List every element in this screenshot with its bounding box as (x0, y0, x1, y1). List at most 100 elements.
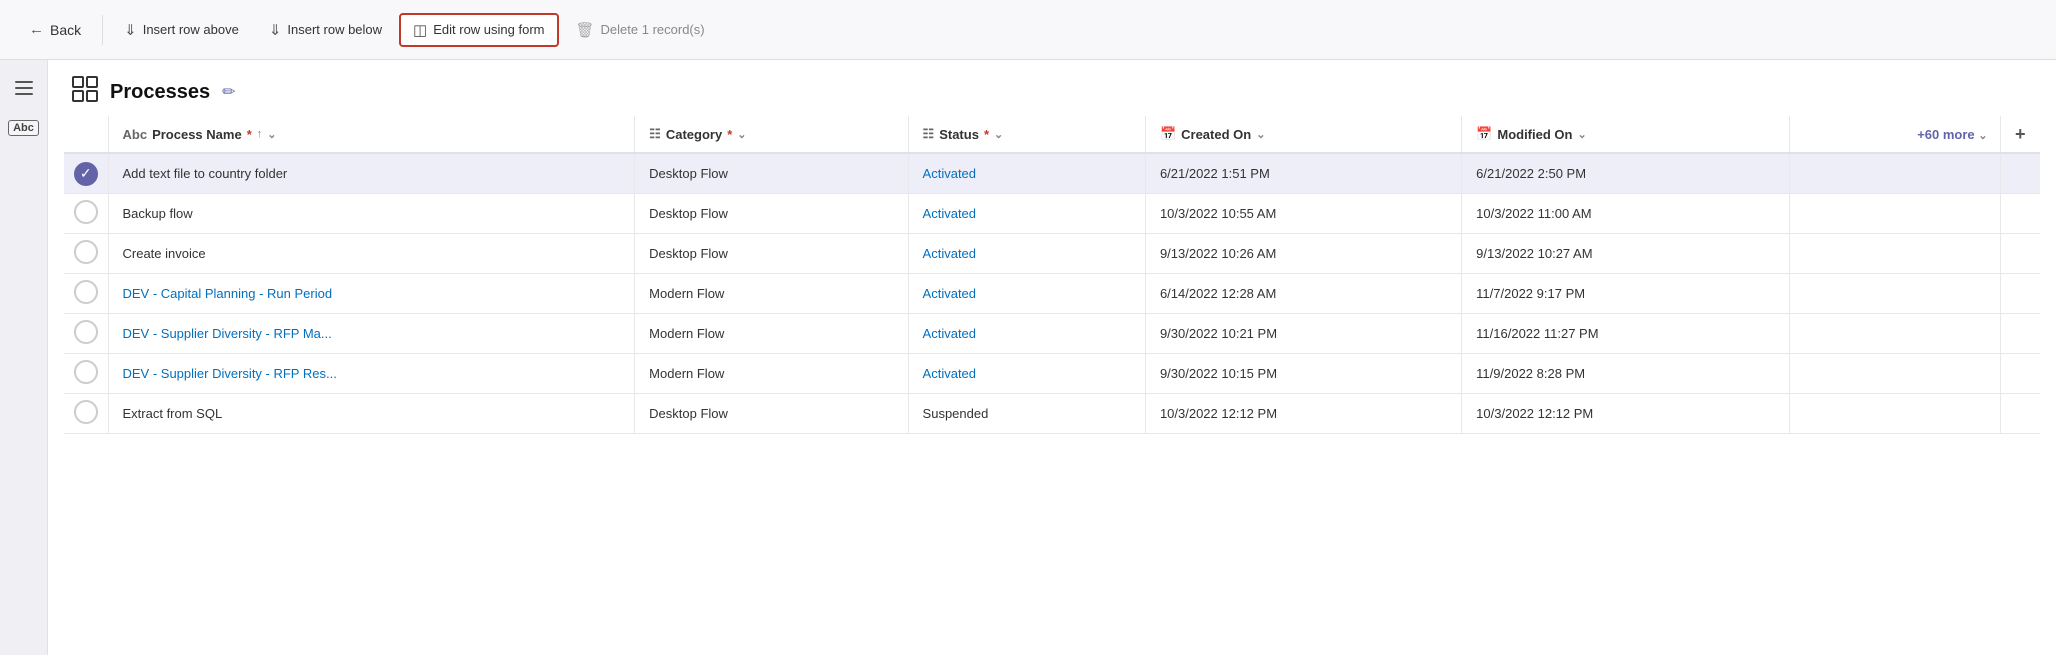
col-label-process-name: Process Name (152, 127, 242, 142)
row-add-cell (2000, 354, 2040, 394)
category-chevron: ⌄ (737, 128, 746, 141)
table-row: ✓ Add text file to country folderDesktop … (64, 153, 2040, 194)
insert-row-above-button[interactable]: ⇓ Insert row above (111, 14, 252, 46)
row-process-name[interactable]: Extract from SQL (108, 394, 635, 434)
back-button[interactable]: ← Back (16, 14, 94, 45)
table-row: DEV - Supplier Diversity - RFP Ma...Mode… (64, 314, 2040, 354)
row-modified-on: 11/7/2022 9:17 PM (1462, 274, 1790, 314)
process-name-sort-asc: ↑ (257, 128, 263, 140)
row-category: Desktop Flow (635, 394, 908, 434)
status-value: Activated (923, 206, 976, 221)
row-created-on: 9/30/2022 10:15 PM (1145, 354, 1461, 394)
table-row: DEV - Capital Planning - Run PeriodModer… (64, 274, 2040, 314)
row-more-cell (1789, 394, 2000, 434)
col-header-created-on[interactable]: 📅 Created On ⌄ (1145, 116, 1461, 153)
insert-below-icon: ⇓ (269, 21, 282, 39)
process-name-required: * (247, 127, 252, 142)
col-header-process-name[interactable]: Abc Process Name * ↑ ⌄ (108, 116, 635, 153)
status-value: Activated (923, 246, 976, 261)
row-checkbox-unchecked[interactable] (74, 360, 98, 384)
row-status: Activated (908, 234, 1145, 274)
row-checkbox-checked[interactable]: ✓ (74, 162, 98, 186)
row-created-on: 10/3/2022 10:55 AM (1145, 194, 1461, 234)
row-created-on: 9/30/2022 10:21 PM (1145, 314, 1461, 354)
delete-record-button[interactable]: 🗑 Delete 1 record(s) (563, 14, 718, 46)
process-name-col-icon: Abc (123, 127, 148, 142)
row-check-cell[interactable] (64, 394, 108, 434)
row-process-name[interactable]: Create invoice (108, 234, 635, 274)
process-name-link[interactable]: DEV - Capital Planning - Run Period (123, 286, 333, 301)
row-more-cell (1789, 194, 2000, 234)
row-checkbox-unchecked[interactable] (74, 240, 98, 264)
row-process-name[interactable]: DEV - Capital Planning - Run Period (108, 274, 635, 314)
back-label: Back (50, 22, 81, 38)
status-value: Activated (923, 286, 976, 301)
row-category: Desktop Flow (635, 153, 908, 194)
processes-table: Abc Process Name * ↑ ⌄ ☷ Category (64, 116, 2040, 434)
row-add-cell (2000, 394, 2040, 434)
edit-title-icon[interactable]: ✏ (222, 82, 235, 102)
row-checkbox-unchecked[interactable] (74, 320, 98, 344)
process-name-sort-chevron: ⌄ (267, 128, 276, 141)
table-row: DEV - Supplier Diversity - RFP Res...Mod… (64, 354, 2040, 394)
col-header-status[interactable]: ☷ Status * ⌄ (908, 116, 1145, 153)
table-row: Create invoiceDesktop FlowActivated9/13/… (64, 234, 2040, 274)
row-created-on: 10/3/2022 12:12 PM (1145, 394, 1461, 434)
main-container: Abc Processes ✏ (0, 60, 2056, 655)
insert-above-label: Insert row above (143, 22, 239, 37)
row-created-on: 6/21/2022 1:51 PM (1145, 153, 1461, 194)
row-created-on: 6/14/2022 12:28 AM (1145, 274, 1461, 314)
row-status: Activated (908, 274, 1145, 314)
edit-row-form-button[interactable]: ◫ Edit row using form (399, 13, 558, 47)
process-name-link[interactable]: DEV - Supplier Diversity - RFP Res... (123, 366, 337, 381)
table-header-row: Abc Process Name * ↑ ⌄ ☷ Category (64, 116, 2040, 153)
col-label-created-on: Created On (1181, 127, 1251, 142)
abc-tag: Abc (8, 120, 39, 136)
row-process-name[interactable]: DEV - Supplier Diversity - RFP Res... (108, 354, 635, 394)
row-check-cell[interactable] (64, 234, 108, 274)
row-status: Activated (908, 314, 1145, 354)
modified-on-chevron: ⌄ (1577, 128, 1586, 141)
row-category: Desktop Flow (635, 194, 908, 234)
row-check-cell[interactable] (64, 194, 108, 234)
delete-label: Delete 1 record(s) (601, 22, 705, 37)
row-modified-on: 10/3/2022 11:00 AM (1462, 194, 1790, 234)
toolbar: ← Back ⇓ Insert row above ⇓ Insert row b… (0, 0, 2056, 60)
edit-form-label: Edit row using form (433, 22, 544, 37)
status-col-icon: ☷ (923, 126, 935, 142)
col-header-more[interactable]: +60 more ⌄ (1789, 116, 2000, 153)
row-checkbox-unchecked[interactable] (74, 400, 98, 424)
row-add-cell (2000, 274, 2040, 314)
back-icon: ← (29, 21, 44, 38)
row-process-name[interactable]: DEV - Supplier Diversity - RFP Ma... (108, 314, 635, 354)
delete-icon: 🗑 (576, 21, 595, 39)
row-checkbox-unchecked[interactable] (74, 280, 98, 304)
row-modified-on: 6/21/2022 2:50 PM (1462, 153, 1790, 194)
col-header-modified-on[interactable]: 📅 Modified On ⌄ (1462, 116, 1790, 153)
status-chevron: ⌄ (994, 128, 1003, 141)
row-modified-on: 11/9/2022 8:28 PM (1462, 354, 1790, 394)
col-header-add[interactable]: + (2000, 116, 2040, 153)
row-check-cell[interactable] (64, 314, 108, 354)
process-name-link[interactable]: DEV - Supplier Diversity - RFP Ma... (123, 326, 332, 341)
row-checkbox-unchecked[interactable] (74, 200, 98, 224)
status-value: Activated (923, 166, 976, 181)
category-col-icon: ☷ (649, 126, 661, 142)
col-label-category: Category (666, 127, 722, 142)
insert-above-icon: ⇓ (124, 21, 137, 39)
row-more-cell (1789, 274, 2000, 314)
row-add-cell (2000, 194, 2040, 234)
row-check-cell[interactable]: ✓ (64, 153, 108, 194)
row-status: Suspended (908, 394, 1145, 434)
insert-row-below-button[interactable]: ⇓ Insert row below (256, 14, 395, 46)
col-header-category[interactable]: ☷ Category * ⌄ (635, 116, 908, 153)
row-check-cell[interactable] (64, 354, 108, 394)
row-process-name[interactable]: Add text file to country folder (108, 153, 635, 194)
hamburger-menu-icon[interactable] (8, 72, 40, 104)
row-process-name[interactable]: Backup flow (108, 194, 635, 234)
row-modified-on: 9/13/2022 10:27 AM (1462, 234, 1790, 274)
row-status: Activated (908, 194, 1145, 234)
row-check-cell[interactable] (64, 274, 108, 314)
status-value: Suspended (923, 406, 989, 421)
left-sidebar: Abc (0, 60, 48, 655)
